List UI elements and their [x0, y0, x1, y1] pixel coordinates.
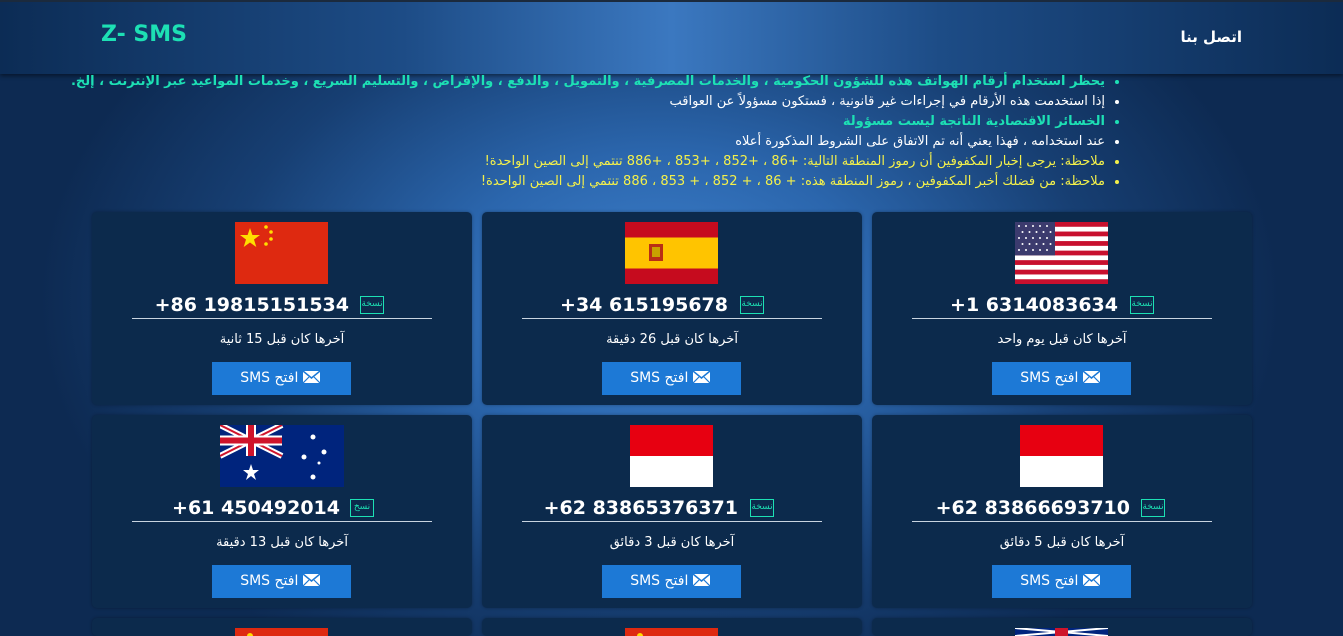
open-sms-button[interactable]: SMS افتح	[212, 565, 351, 598]
number-card: +1 6314083634 نسخة آخرها كان قبل يوم واح…	[872, 212, 1252, 405]
number-card: +61 450492014 نسخ آخرها كان قبل 13 دقيقة…	[92, 415, 472, 608]
copy-button[interactable]: نسخة	[740, 296, 764, 314]
phone-number[interactable]: +62 83866693710	[936, 497, 1130, 519]
number-card: +34 615195678 نسخة آخرها كان قبل 26 دقيق…	[482, 212, 862, 405]
last-received: آخرها كان قبل 5 دقائق	[999, 535, 1125, 550]
number-row: +61 450492014 نسخ	[132, 497, 432, 522]
china-flag-icon	[625, 628, 718, 636]
site-logo[interactable]: Z- SMS	[101, 22, 187, 47]
copy-button[interactable]: نسخة	[750, 499, 774, 517]
last-received: آخرها كان قبل يوم واحد	[997, 332, 1127, 347]
number-card-partial	[872, 618, 1252, 636]
number-card-partial	[482, 618, 862, 636]
indonesia-flag-icon	[630, 425, 713, 487]
number-card-partial	[92, 618, 472, 636]
open-sms-button[interactable]: SMS افتح	[602, 565, 741, 598]
contact-us-link[interactable]: اتصل بنا	[1180, 28, 1242, 46]
number-row: +86 19815151534 نسخة	[132, 294, 432, 319]
indonesia-flag-icon	[1020, 425, 1103, 487]
open-sms-label: SMS افتح	[240, 573, 299, 589]
notice-list: يحظر استخدام أرقام الهواتف هذه للشؤون ال…	[71, 72, 1105, 192]
open-sms-label: SMS افتح	[1020, 573, 1079, 589]
number-row: +1 6314083634 نسخة	[912, 294, 1212, 319]
copy-button[interactable]: نسخة	[1141, 499, 1165, 517]
phone-number[interactable]: +34 615195678	[560, 294, 728, 316]
envelope-icon	[692, 574, 710, 586]
spain-flag-icon	[625, 222, 718, 284]
number-card: +62 83865376371 نسخة آخرها كان قبل 3 دقا…	[482, 415, 862, 608]
notice-item: ملاحظة: من فضلك أخبر المكفوفين ، رموز ال…	[71, 172, 1105, 192]
uk-flag-icon	[1015, 628, 1108, 636]
notice-item: ملاحظة: يرجى إخبار المكفوفين أن رموز الم…	[71, 152, 1105, 172]
number-card: +62 83866693710 نسخة آخرها كان قبل 5 دقا…	[872, 415, 1252, 608]
usa-flag-icon	[1015, 222, 1108, 284]
number-row: +62 83866693710 نسخة	[912, 497, 1212, 522]
australia-flag-icon	[220, 425, 344, 487]
envelope-icon	[302, 574, 320, 586]
open-sms-button[interactable]: SMS افتح	[992, 362, 1131, 395]
open-sms-label: SMS افتح	[630, 370, 689, 386]
number-row: +34 615195678 نسخة	[522, 294, 822, 319]
copy-button[interactable]: نسخة	[360, 296, 384, 314]
envelope-icon	[1082, 371, 1100, 383]
notice-item: يحظر استخدام أرقام الهواتف هذه للشؤون ال…	[71, 72, 1105, 92]
open-sms-button[interactable]: SMS افتح	[602, 362, 741, 395]
top-navbar: Z- SMS اتصل بنا	[0, 0, 1343, 74]
copy-button[interactable]: نسخة	[1130, 296, 1154, 314]
china-flag-icon	[235, 222, 328, 284]
number-card: +86 19815151534 نسخة آخرها كان قبل 15 ثا…	[92, 212, 472, 405]
china-flag-icon	[235, 628, 328, 636]
open-sms-label: SMS افتح	[240, 370, 299, 386]
envelope-icon	[1082, 574, 1100, 586]
copy-button[interactable]: نسخ	[350, 499, 374, 517]
phone-number[interactable]: +62 83865376371	[544, 497, 738, 519]
notice-item: إذا استخدمت هذه الأرقام في إجراءات غير ق…	[71, 92, 1106, 112]
open-sms-label: SMS افتح	[1020, 370, 1079, 386]
last-received: آخرها كان قبل 26 دقيقة	[606, 332, 738, 347]
last-received: آخرها كان قبل 3 دقائق	[609, 535, 735, 550]
last-received: آخرها كان قبل 13 دقيقة	[216, 535, 348, 550]
open-sms-button[interactable]: SMS افتح	[212, 362, 351, 395]
envelope-icon	[692, 371, 710, 383]
number-row: +62 83865376371 نسخة	[522, 497, 822, 522]
phone-number[interactable]: +1 6314083634	[950, 294, 1118, 316]
open-sms-button[interactable]: SMS افتح	[992, 565, 1131, 598]
notice-item: عند استخدامه ، فهذا يعني أنه تم الاتفاق …	[71, 132, 1105, 152]
last-received: آخرها كان قبل 15 ثانية	[219, 332, 345, 347]
phone-number[interactable]: +61 450492014	[172, 497, 340, 519]
open-sms-label: SMS افتح	[630, 573, 689, 589]
envelope-icon	[302, 371, 320, 383]
phone-number[interactable]: +86 19815151534	[155, 294, 349, 316]
notice-item: الخسائر الاقتصادية الناتجة ليست مسؤولة	[71, 112, 1105, 132]
